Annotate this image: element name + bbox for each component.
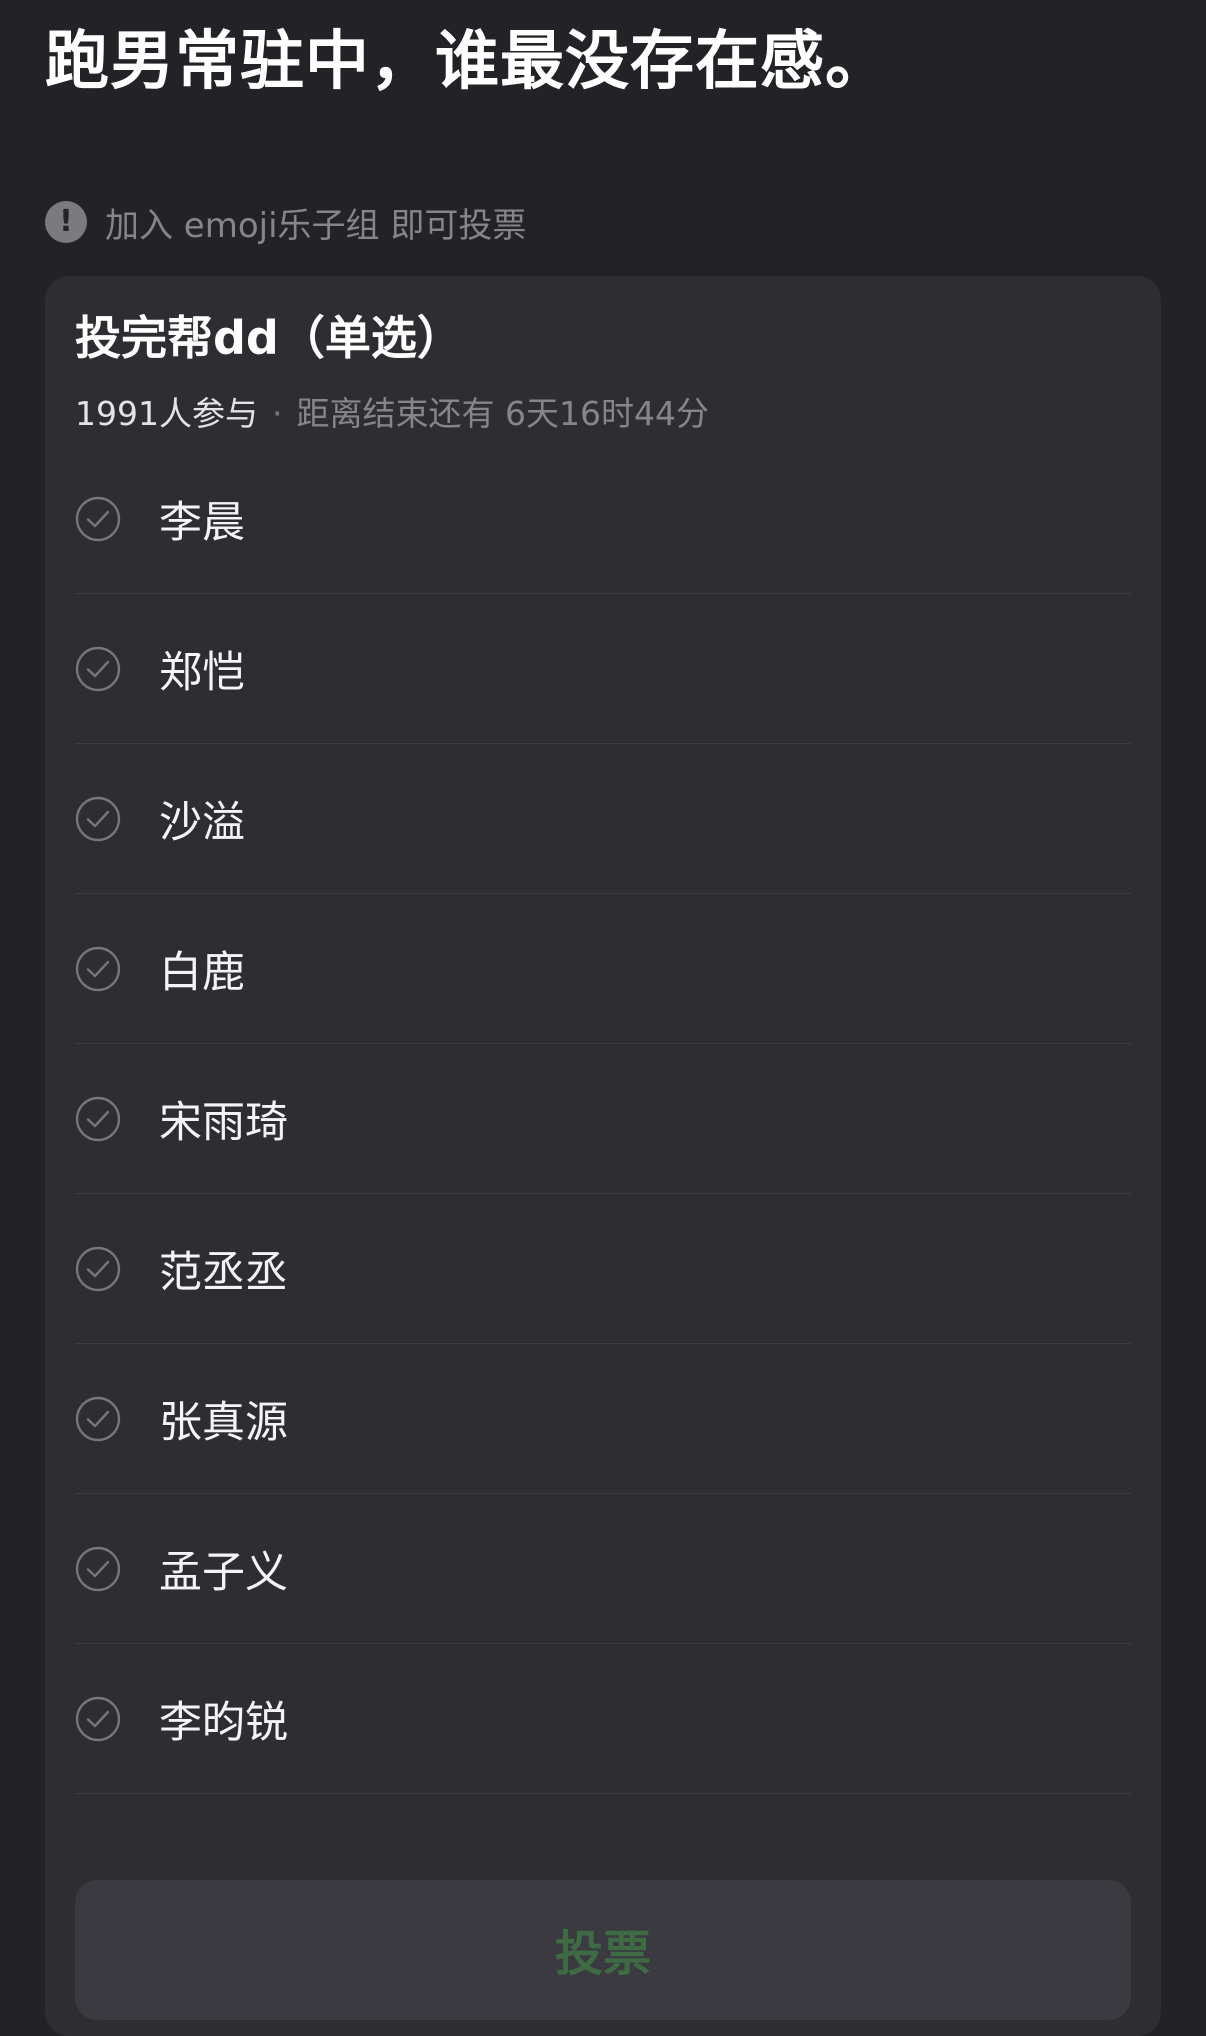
check-circle-icon <box>75 1696 121 1741</box>
poll-option[interactable]: 李晨 <box>75 444 1131 594</box>
vote-button-label: 投票 <box>554 1926 651 1982</box>
poll-option[interactable]: 沙溢 <box>75 744 1131 894</box>
check-circle-icon <box>75 646 121 691</box>
option-label: 沙溢 <box>159 797 245 848</box>
check-circle-icon <box>75 1246 121 1291</box>
poll-option[interactable]: 郑恺 <box>75 594 1131 744</box>
option-label: 李昀锐 <box>159 1697 288 1748</box>
poll-option[interactable]: 李昀锐 <box>75 1644 1131 1794</box>
participant-count: 1991人参与 <box>75 394 258 433</box>
option-label: 孟子义 <box>159 1547 288 1598</box>
poll-option[interactable]: 白鹿 <box>75 894 1131 1044</box>
check-circle-icon <box>75 796 121 841</box>
notice-text: 加入 emoji乐子组 即可投票 <box>105 205 527 246</box>
page-title: 跑男常驻中，谁最没存在感。 <box>45 25 890 99</box>
option-label: 张真源 <box>159 1397 288 1448</box>
option-label: 郑恺 <box>159 647 245 698</box>
poll-card: 投完帮dd（单选） 1991人参与 · 距离结束还有 6天16时44分 李晨 郑… <box>45 276 1161 2036</box>
check-circle-icon <box>75 1546 121 1591</box>
option-label: 宋雨琦 <box>159 1097 288 1148</box>
time-remaining: 距离结束还有 6天16时44分 <box>296 394 709 433</box>
exclamation-circle-icon: ! <box>45 201 87 243</box>
poll-meta: 1991人参与 · 距离结束还有 6天16时44分 <box>75 392 709 436</box>
join-group-notice: ! 加入 emoji乐子组 即可投票 <box>45 198 526 246</box>
check-circle-icon <box>75 496 121 541</box>
option-label: 范丞丞 <box>159 1247 288 1298</box>
poll-options: 李晨 郑恺 沙溢 白鹿 宋雨琦 范丞丞 张真源 孟子义 李昀锐 <box>75 444 1131 1794</box>
poll-title: 投完帮dd（单选） <box>75 311 463 365</box>
check-circle-icon <box>75 1096 121 1141</box>
check-circle-icon <box>75 1396 121 1441</box>
poll-option[interactable]: 孟子义 <box>75 1494 1131 1644</box>
vote-button[interactable]: 投票 <box>75 1880 1131 2020</box>
check-circle-icon <box>75 946 121 991</box>
option-label: 李晨 <box>159 497 245 548</box>
poll-option[interactable]: 范丞丞 <box>75 1194 1131 1344</box>
poll-option[interactable]: 张真源 <box>75 1344 1131 1494</box>
meta-separator: · <box>271 394 283 433</box>
poll-option[interactable]: 宋雨琦 <box>75 1044 1131 1194</box>
option-label: 白鹿 <box>159 947 245 998</box>
